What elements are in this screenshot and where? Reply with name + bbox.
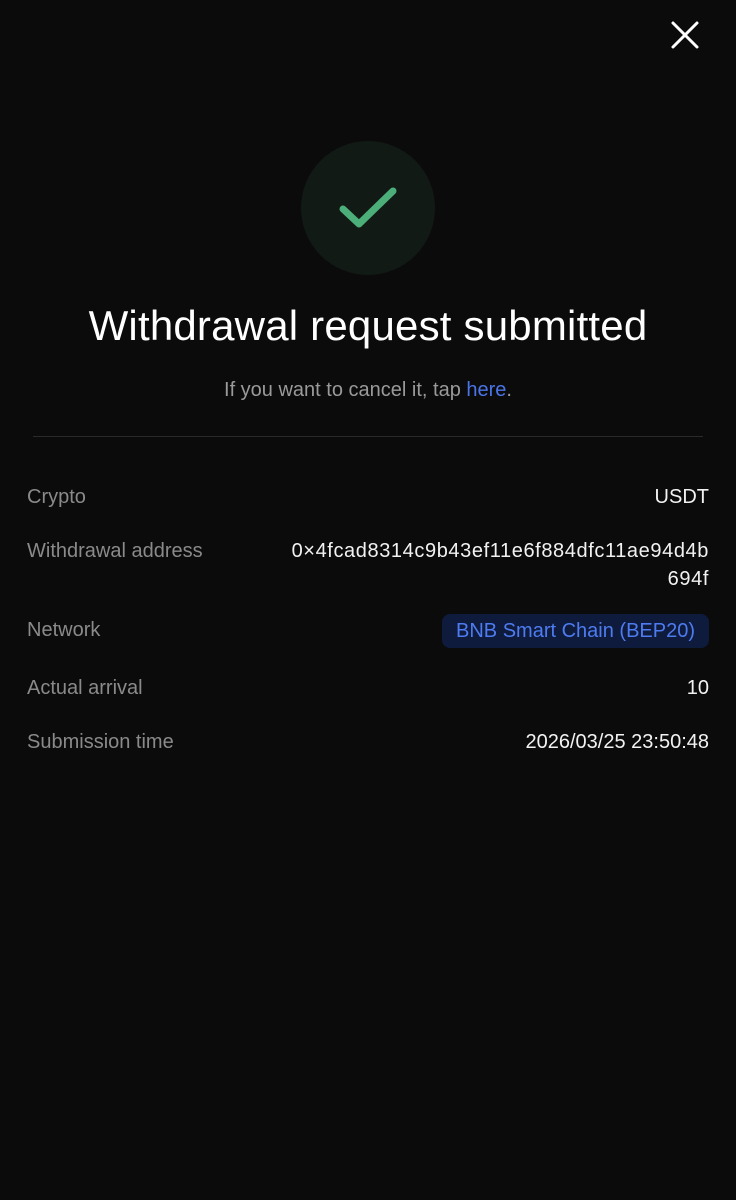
- network-badge: BNB Smart Chain (BEP20): [442, 614, 709, 648]
- time-value: 2026/03/25 23:50:48: [525, 731, 709, 753]
- page-title: Withdrawal request submitted: [88, 302, 648, 349]
- detail-row-time: Submission time 2026/03/25 23:50:48: [27, 728, 709, 756]
- cancel-hint-text: If you want to cancel it, tap: [224, 379, 467, 401]
- cancel-link[interactable]: here: [466, 379, 506, 401]
- arrival-value: 10: [686, 677, 709, 699]
- crypto-value: USDT: [654, 486, 709, 508]
- time-label: Submission time: [27, 731, 174, 753]
- detail-row-address: Withdrawal address 0×4fcad8314c9b43ef11e…: [27, 537, 709, 593]
- close-icon[interactable]: [670, 20, 700, 50]
- detail-row-arrival: Actual arrival 10: [27, 674, 709, 702]
- address-value: 0×4fcad8314c9b43ef11e6f884dfc11ae94d4b69…: [291, 540, 709, 590]
- crypto-label: Crypto: [27, 486, 86, 508]
- network-label: Network: [27, 619, 101, 641]
- success-badge: [301, 141, 435, 275]
- detail-row-network: Network BNB Smart Chain (BEP20): [27, 614, 709, 648]
- detail-row-crypto: Crypto USDT: [27, 483, 709, 511]
- cancel-hint: If you want to cancel it, tap here.: [0, 376, 736, 404]
- address-label: Withdrawal address: [27, 540, 203, 562]
- checkmark-icon: [339, 187, 397, 228]
- close-button[interactable]: [662, 12, 708, 58]
- divider: [33, 436, 703, 437]
- cancel-hint-suffix: .: [506, 379, 512, 401]
- arrival-label: Actual arrival: [27, 677, 143, 699]
